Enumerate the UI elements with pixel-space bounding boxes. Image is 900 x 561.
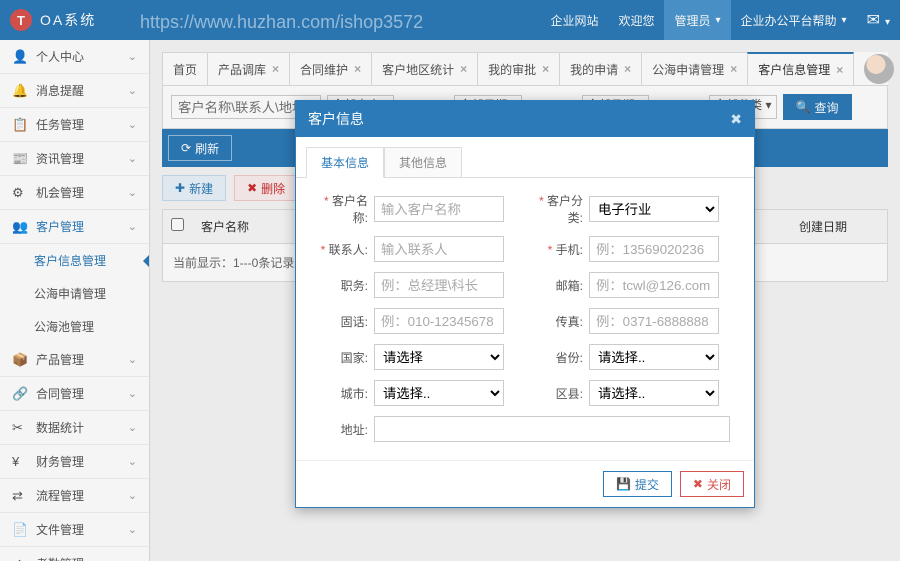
modal-tabs: 基本信息 其他信息 [296,137,754,178]
address-field[interactable] [374,416,730,442]
country-label: 国家: [310,349,374,366]
close-icon[interactable]: ✖ [730,111,742,128]
category-select[interactable]: 电子行业 [589,196,719,222]
contact-label: 联系人: [310,241,374,258]
category-label: 客户分类: [525,192,589,226]
submit-button[interactable]: 💾 提交 [603,471,672,497]
name-field[interactable] [374,196,504,222]
tel-field[interactable] [374,308,504,334]
modal-header: 客户信息 ✖ [296,101,754,137]
city-label: 城市: [310,385,374,402]
district-select[interactable]: 请选择.. [589,380,719,406]
city-select[interactable]: 请选择.. [374,380,504,406]
district-label: 区县: [525,385,589,402]
email-label: 邮箱: [525,277,589,294]
modal-footer: 💾 提交 ✖ 关闭 [296,460,754,507]
province-label: 省份: [525,349,589,366]
mobile-field[interactable] [589,236,719,262]
fax-field[interactable] [589,308,719,334]
country-select[interactable]: 请选择 [374,344,504,370]
customer-modal: 客户信息 ✖ 基本信息 其他信息 客户名称: 客户分类:电子行业 联系人: 手机… [295,100,755,508]
province-select[interactable]: 请选择.. [589,344,719,370]
tab-basic-info[interactable]: 基本信息 [306,147,384,178]
contact-field[interactable] [374,236,504,262]
name-label: 客户名称: [310,192,374,226]
job-field[interactable] [374,272,504,298]
fax-label: 传真: [525,313,589,330]
tab-other-info[interactable]: 其他信息 [384,147,462,177]
close-button[interactable]: ✖ 关闭 [680,471,744,497]
job-label: 职务: [310,277,374,294]
tel-label: 固话: [310,313,374,330]
modal-title: 客户信息 [308,109,730,129]
email-field[interactable] [589,272,719,298]
address-label: 地址: [310,421,374,438]
modal-form: 客户名称: 客户分类:电子行业 联系人: 手机: 职务: 邮箱: 固话: 传真:… [296,178,754,460]
mobile-label: 手机: [525,241,589,258]
